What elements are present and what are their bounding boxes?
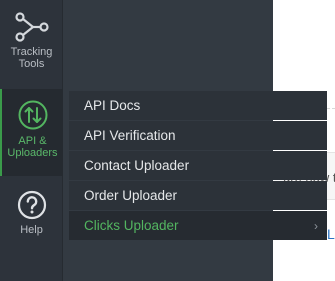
sidebar-item-label: Tools [18, 58, 45, 70]
sidebar-item-help[interactable]: Help [0, 186, 63, 246]
menu-item-label: API Docs [84, 98, 141, 113]
upload-download-icon [17, 99, 49, 131]
menu-item-contact-uploader[interactable]: Contact Uploader [69, 151, 327, 180]
menu-item-label: Order Uploader [84, 188, 178, 203]
page-partial-link[interactable]: L [327, 226, 335, 242]
sidebar-rail: Tracking Tools API & Uploaders Help [0, 0, 63, 281]
menu-item-api-docs[interactable]: API Docs [69, 91, 327, 120]
share-nodes-icon [14, 12, 49, 42]
sidebar-item-tracking-tools[interactable]: Tracking Tools [0, 0, 63, 87]
menu-item-label: API Verification [84, 128, 176, 143]
sidebar-item-api-uploaders[interactable]: API & Uploaders [0, 89, 63, 176]
sidebar-item-label: Tracking [10, 46, 53, 58]
menu-item-order-uploader[interactable]: Order Uploader [69, 181, 327, 210]
menu-item-label: Clicks Uploader [84, 218, 179, 233]
chevron-right-icon: › [314, 219, 318, 233]
flyout-menu: API Docs API Verification Contact Upload… [69, 91, 327, 241]
sidebar-item-label: API & [18, 135, 47, 147]
sidebar-item-label: Help [20, 224, 43, 236]
question-circle-icon [17, 190, 47, 220]
api-uploaders-flyout: API Docs API Verification Contact Upload… [63, 0, 327, 281]
menu-item-label: Contact Uploader [84, 158, 190, 173]
menu-item-clicks-uploader[interactable]: Clicks Uploader › [69, 211, 327, 240]
sidebar-item-label: Uploaders [7, 147, 58, 159]
menu-item-api-verification[interactable]: API Verification [69, 121, 327, 150]
